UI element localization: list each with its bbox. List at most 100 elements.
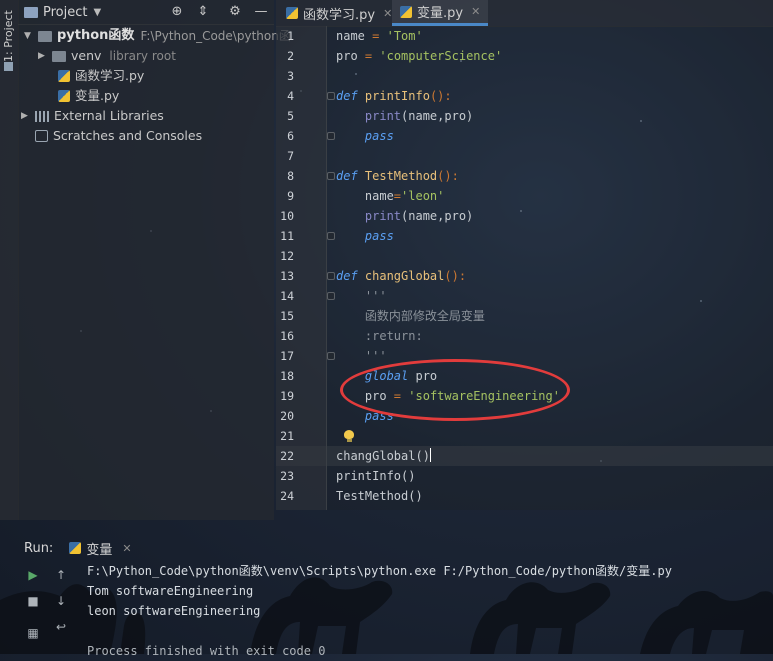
console-line: Tom softwareEngineering <box>87 584 254 598</box>
project-panel-header: Project ▼ ⊕ ⇕ ⚙ — <box>18 0 274 25</box>
tree-item-venv[interactable]: ▶ venv library root <box>38 46 176 66</box>
tree-item-label: Scratches and Consoles <box>53 128 203 143</box>
folder-icon <box>52 50 66 62</box>
close-icon[interactable]: ✕ <box>471 5 480 18</box>
scroll-up-icon[interactable]: ↑ <box>54 568 68 582</box>
tree-item-label: 函数学习.py <box>75 68 145 83</box>
tab-run-config[interactable]: 变量 ✕ <box>69 539 132 558</box>
locate-icon[interactable]: ⊕ <box>168 3 186 21</box>
line-number: 20 <box>280 409 294 423</box>
line-number: 18 <box>280 369 294 383</box>
tab-label: 变量.py <box>417 6 464 21</box>
run-tab-label: 变量 <box>86 542 113 558</box>
line-number: 1 <box>287 29 294 43</box>
code-line: print(name,pro) <box>336 109 474 123</box>
line-number: 17 <box>280 349 294 363</box>
run-toolbar: ▶ ↑ ■ ↓ ▦ ↩ <box>18 562 78 654</box>
python-file-icon <box>58 90 70 102</box>
tree-item-label: python函数 <box>57 28 135 43</box>
line-number: 24 <box>280 489 294 503</box>
line-number-gutter: 1 2 3 4 5 6 7 8 9 10 11 12 13 14 15 16 1… <box>276 26 327 510</box>
code-line: :return: <box>336 329 423 343</box>
tree-item-project-root[interactable]: ▼ python函数 F:\Python_Code\python函 <box>24 26 291 46</box>
code-line: pass <box>336 229 394 243</box>
line-number: 14 <box>280 289 294 303</box>
line-number: 9 <box>287 189 294 203</box>
layout-icon[interactable]: ▦ <box>26 626 40 640</box>
code-line: ''' <box>336 349 387 363</box>
tool-window-strip: 1: Project <box>0 0 19 520</box>
code-line: pro = 'computerScience' <box>336 49 503 63</box>
tab-bianliang[interactable]: 变量.py ✕ <box>392 0 489 26</box>
stop-icon[interactable]: ■ <box>26 594 40 608</box>
tree-item-note: library root <box>109 49 176 63</box>
code-line: printInfo() <box>336 469 416 483</box>
soft-wrap-icon[interactable]: ↩ <box>54 620 68 634</box>
code-line: def changGlobal(): <box>336 269 467 283</box>
line-number: 12 <box>280 249 294 263</box>
code-line: def TestMethod(): <box>336 169 459 183</box>
tree-item-label: venv <box>71 48 102 63</box>
code-line: ''' <box>336 289 387 303</box>
line-number: 15 <box>280 309 294 323</box>
tree-item-scratches[interactable]: Scratches and Consoles <box>35 126 202 146</box>
line-number: 2 <box>287 49 294 63</box>
python-file-icon <box>286 7 298 19</box>
chevron-down-icon[interactable]: ▼ <box>93 7 101 18</box>
line-number: 3 <box>287 69 294 83</box>
code-line: print(name,pro) <box>336 209 474 223</box>
project-folder-icon <box>24 6 38 18</box>
chevron-down-icon[interactable]: ▼ <box>24 26 34 46</box>
tree-item-file[interactable]: 函数学习.py <box>58 66 144 86</box>
line-number: 19 <box>280 389 294 403</box>
project-view-title[interactable]: Project <box>43 5 87 20</box>
scratch-icon <box>35 130 48 142</box>
line-number: 11 <box>280 229 294 243</box>
minimize-icon[interactable]: — <box>252 3 270 21</box>
editor-tabs: 函数学习.py ✕ 变量.py ✕ <box>276 0 773 27</box>
code-editor[interactable]: name = 'Tom' pro = 'computerScience' def… <box>327 26 773 510</box>
tree-item-label: External Libraries <box>54 108 164 123</box>
line-number: 7 <box>287 149 294 163</box>
project-panel: Project ▼ ⊕ ⇕ ⚙ — ▼ python函数 F:\Python_C… <box>18 0 291 520</box>
python-file-icon <box>69 542 82 554</box>
line-number: 23 <box>280 469 294 483</box>
scroll-down-icon[interactable]: ↓ <box>54 594 68 608</box>
text-cursor <box>429 448 431 462</box>
code-line: def printInfo(): <box>336 89 452 103</box>
console-line: leon softwareEngineering <box>87 604 261 618</box>
line-number: 8 <box>287 169 294 183</box>
line-number: 21 <box>280 429 294 443</box>
collapse-all-icon[interactable]: ⇕ <box>194 3 212 21</box>
tree-item-external-libraries[interactable]: ▶ External Libraries <box>21 106 164 126</box>
line-number: 10 <box>280 209 294 223</box>
chevron-right-icon[interactable]: ▶ <box>21 106 31 126</box>
tree-item-path: F:\Python_Code\python函 <box>140 29 291 43</box>
line-number: 6 <box>287 129 294 143</box>
chevron-right-icon[interactable]: ▶ <box>38 46 48 66</box>
project-tool-button[interactable]: 1: Project <box>2 6 15 62</box>
line-number: 16 <box>280 329 294 343</box>
code-line: name='leon' <box>336 189 445 203</box>
run-panel-title: Run: <box>24 540 54 556</box>
run-panel-header: Run: 变量 ✕ <box>0 536 773 560</box>
rerun-icon[interactable]: ▶ <box>26 568 40 582</box>
python-file-icon <box>58 70 70 82</box>
close-icon[interactable]: ✕ <box>383 7 392 20</box>
tab-hanshu[interactable]: 函数学习.py ✕ <box>278 0 400 26</box>
structure-icon[interactable] <box>4 62 13 71</box>
lightbulb-icon[interactable] <box>344 430 354 442</box>
tree-item-file[interactable]: 变量.py <box>58 86 119 106</box>
console-line: F:\Python_Code\python函数\venv\Scripts\pyt… <box>87 564 672 578</box>
code-line: name = 'Tom' <box>336 29 423 43</box>
line-number: 13 <box>280 269 294 283</box>
line-number: 5 <box>287 109 294 123</box>
library-icon <box>35 110 49 122</box>
line-number: 22 <box>280 449 294 463</box>
tree-item-label: 变量.py <box>75 88 120 103</box>
gear-icon[interactable]: ⚙ <box>226 3 244 21</box>
close-icon[interactable]: ✕ <box>122 542 131 555</box>
folder-icon <box>38 30 52 42</box>
console-line: Process finished with exit code 0 <box>87 644 326 658</box>
code-line: 函数内部修改全局变量 <box>336 309 485 323</box>
